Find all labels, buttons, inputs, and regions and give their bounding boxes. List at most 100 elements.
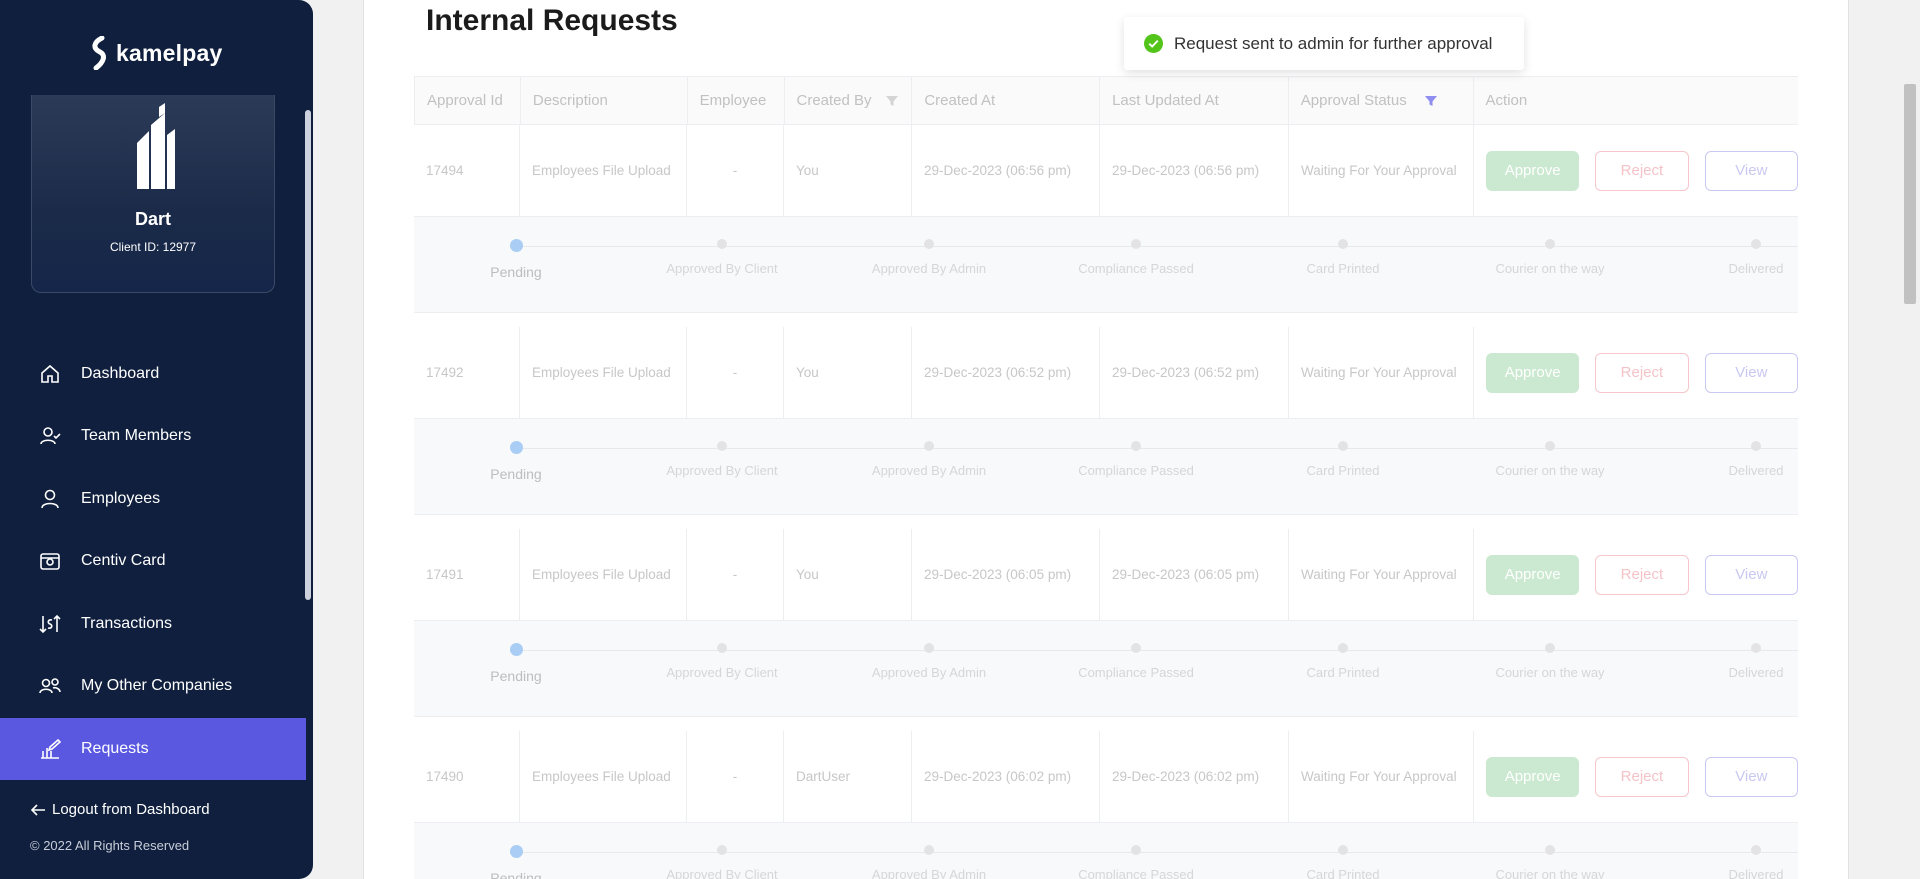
check-circle-icon [1144,34,1163,53]
status-step: Approved By Admin [849,239,1009,276]
cell-description: Employees File Upload [520,529,687,620]
cell-created-by: DartUser [784,731,912,822]
sidebar-item-centiv-card[interactable]: Centiv Card [0,530,306,592]
status-step-label: Pending [490,466,542,482]
status-step: Courier on the way [1470,441,1630,478]
status-step: Delivered [1676,643,1798,680]
toast-message: Request sent to admin for further approv… [1174,33,1493,53]
logout-link[interactable]: Logout from Dashboard [30,801,210,818]
column-header-label: Approval Status [1300,92,1407,109]
cell-employee: - [687,327,784,418]
status-step-label: Compliance Passed [1078,867,1194,879]
sidebar-item-requests[interactable]: Requests [0,718,306,780]
column-header-created-by[interactable]: Created By [785,77,913,124]
view-button[interactable]: View [1704,150,1798,191]
view-button[interactable]: View [1704,554,1798,595]
status-step-label: Approved By Admin [871,665,987,680]
status-step-dot [509,845,523,858]
cell-created-by: You [784,529,912,620]
status-step-label: Courier on the way [1495,463,1605,478]
cell-created-by: You [784,125,912,216]
status-step: Pending [436,441,596,482]
status-step: Approved By Admin [849,845,1009,879]
status-step-label: Approved By Client [666,665,778,680]
cell-approval-status: Waiting For Your Approval [1289,125,1474,216]
column-header-created-at[interactable]: Created At [912,77,1101,124]
cell-actions: Approve Reject View [1474,327,1798,418]
cell-created-at: 29-Dec-2023 (06:52 pm) [912,327,1100,418]
filter-icon[interactable] [1424,94,1438,108]
status-step-dot [717,845,727,855]
reject-button[interactable]: Reject [1595,352,1689,393]
status-step-dot [1545,845,1555,855]
cell-approval-status: Waiting For Your Approval [1289,529,1474,620]
user-icon [41,489,59,509]
status-step: Approved By Client [642,845,802,879]
sidebar-item-dashboard[interactable]: Dashboard [0,343,306,405]
table-row: 17494 Employees File Upload - You 29-Dec-202… [414,125,1798,217]
status-step-dot [1131,239,1141,249]
column-header-approval-status[interactable]: Approval Status [1289,77,1474,124]
cell-approval-status: Waiting For Your Approval [1289,327,1474,418]
sidebar-item-label: My Other Companies [81,677,233,694]
status-step-label: Courier on the way [1495,261,1605,276]
sidebar-item-label: Centiv Card [81,552,166,569]
cell-employee: - [687,125,784,216]
status-step-label: Courier on the way [1495,665,1605,680]
status-step-label: Delivered [1728,665,1784,680]
status-step-dot [1545,239,1555,249]
status-step-dot [1751,643,1761,653]
cell-created-at: 29-Dec-2023 (06:02 pm) [912,731,1100,822]
approve-button[interactable]: Approve [1486,554,1580,595]
reject-button[interactable]: Reject [1595,756,1689,797]
approve-button[interactable]: Approve [1486,756,1580,797]
cell-updated-at: 29-Dec-2023 (06:52 pm) [1100,327,1289,418]
page-scrollbar[interactable] [1900,0,1920,879]
view-button[interactable]: View [1704,352,1798,393]
status-step-dot [717,441,727,451]
client-id: Client ID: 12977 [109,240,197,254]
sidebar-item-transactions[interactable]: Transactions [0,593,306,655]
main-panel: Internal Requests Approval Id Descriptio… [363,0,1849,879]
page-scrollbar-thumb[interactable] [1904,84,1916,304]
sidebar-item-team-members[interactable]: Team Members [0,405,306,467]
column-header-description[interactable]: Description [521,77,688,124]
filter-icon[interactable] [885,94,899,108]
status-step-dot [1545,643,1555,653]
status-tracker: Pending Approved By Client Approved By Adm… [414,621,1798,717]
status-step: Approved By Client [642,239,802,276]
reject-button[interactable]: Reject [1595,150,1689,191]
status-step-label: Card Printed [1306,867,1380,879]
status-step: Courier on the way [1470,845,1630,879]
reject-button[interactable]: Reject [1595,554,1689,595]
status-tracker: Pending Approved By Client Approved By Adm… [414,823,1798,879]
column-header-approval-id[interactable]: Approval Id [415,77,521,124]
status-tracker: Pending Approved By Client Approved By Adm… [414,419,1798,515]
cell-employee: - [687,731,784,822]
table-row: 17490 Employees File Upload - DartUser 29-De… [414,731,1798,823]
status-step-label: Approved By Client [666,463,778,478]
client-name: Dart [134,209,171,229]
page-title: Internal Requests [426,4,678,37]
sidebar-item-employees[interactable]: Employees [0,468,306,530]
approve-button[interactable]: Approve [1486,150,1580,191]
brand-logo[interactable]: kamelpay [88,36,222,70]
view-button[interactable]: View [1704,756,1798,797]
status-step-label: Delivered [1728,867,1784,879]
status-step: Delivered [1676,845,1798,879]
status-step-dot [509,643,523,656]
column-header-last-updated-at[interactable]: Last Updated At [1100,77,1289,124]
column-header-employee[interactable]: Employee [688,77,785,124]
cell-approval-id: 17491 [414,529,520,620]
approve-button[interactable]: Approve [1486,352,1580,393]
table-header: Approval Id Description Employee Created… [414,76,1798,125]
status-step-label: Approved By Admin [871,463,987,478]
status-step-dot [1131,441,1141,451]
status-step-label: Pending [490,264,542,280]
sidebar-item-my-other-companies[interactable]: My Other Companies [0,655,306,717]
status-step: Card Printed [1263,239,1423,276]
sidebar-item-label: Dashboard [81,365,160,382]
cell-description: Employees File Upload [520,125,687,216]
status-step-dot [1751,239,1761,249]
sidebar: kamelpay Dart Client ID: 12977 Dashboard… [0,0,313,879]
